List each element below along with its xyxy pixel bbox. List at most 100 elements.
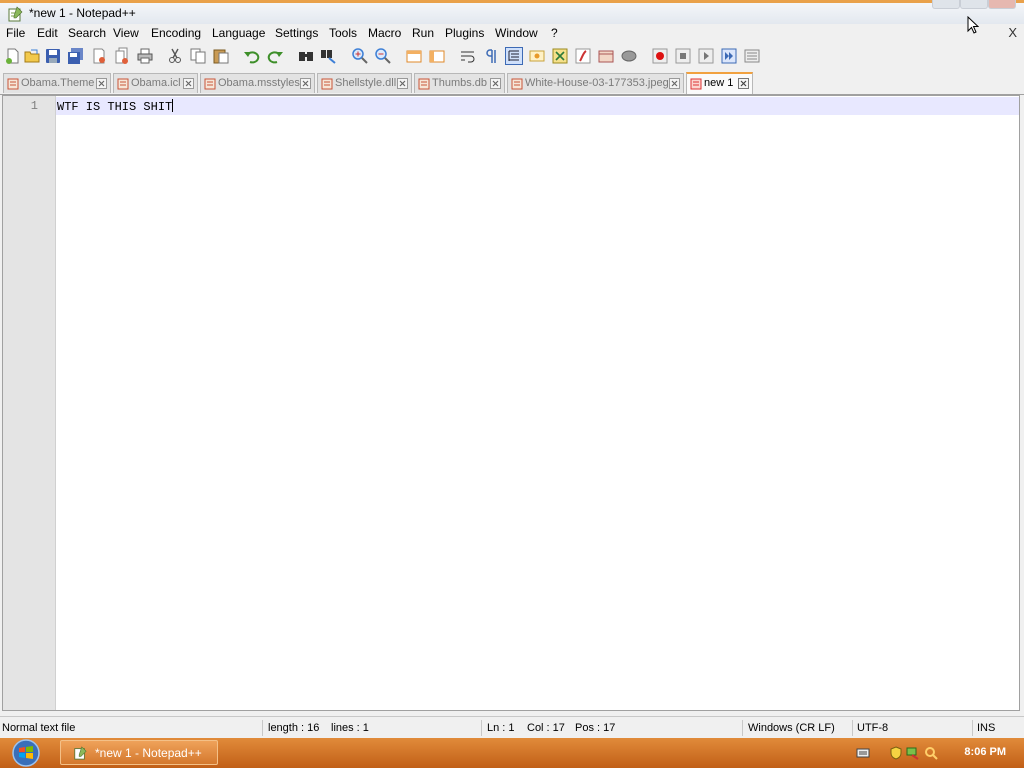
text-caret: [172, 99, 174, 112]
tab-close-icon[interactable]: [397, 78, 408, 89]
play-macro-icon[interactable]: [697, 47, 715, 65]
status-encoding: UTF-8: [857, 722, 889, 734]
user-lang-icon[interactable]: [528, 47, 546, 65]
tab-obama-icl[interactable]: Obama.icl: [113, 73, 198, 93]
keyboard-icon[interactable]: [856, 746, 870, 760]
taskbar: *new 1 - Notepad++ 8:06 PM: [0, 738, 1024, 768]
show-all-chars-icon[interactable]: [482, 47, 500, 65]
tab-label: Obama.icl: [131, 77, 181, 89]
monitoring-icon[interactable]: [620, 47, 638, 65]
zoom-out-icon[interactable]: [374, 47, 392, 65]
status-pos: Pos : 17: [575, 722, 616, 734]
status-bar: Normal text file length : 16 lines : 1 L…: [0, 716, 1024, 739]
security-shield-icon[interactable]: [889, 746, 903, 760]
document-icon: [511, 78, 523, 90]
zoom-in-icon[interactable]: [351, 47, 369, 65]
save-all-icon[interactable]: [67, 47, 85, 65]
menu-help[interactable]: ?: [551, 26, 558, 40]
tab-close-icon[interactable]: [738, 78, 749, 89]
menu-search[interactable]: Search: [68, 26, 106, 40]
editor-area[interactable]: 1 WTF IS THIS SHIT: [2, 95, 1020, 711]
close-all-icon[interactable]: [113, 47, 131, 65]
notepadpp-app-icon: [74, 746, 87, 760]
start-button-icon[interactable]: [6, 739, 46, 767]
open-file-icon[interactable]: [23, 47, 41, 65]
folder-workspace-icon[interactable]: [597, 47, 615, 65]
tab-close-icon[interactable]: [490, 78, 501, 89]
tab-white-house-jpeg[interactable]: White-House-03-177353.jpeg: [507, 73, 684, 93]
copy-icon[interactable]: [189, 47, 207, 65]
status-separator: [852, 720, 853, 736]
editor-text-line[interactable]: WTF IS THIS SHIT: [57, 99, 174, 114]
taskbar-item-label: *new 1 - Notepad++: [95, 746, 202, 760]
close-window-button[interactable]: [988, 0, 1016, 9]
menu-settings[interactable]: Settings: [275, 26, 318, 40]
status-lines: lines : 1: [331, 722, 369, 734]
tab-bar: Obama.Theme Obama.icl Obama.msstyles She…: [0, 71, 1024, 95]
menu-plugins[interactable]: Plugins: [445, 26, 484, 40]
mouse-cursor-icon: [967, 16, 979, 34]
tab-label: Shellstyle.dll: [335, 77, 397, 89]
doc-map-icon[interactable]: [551, 47, 569, 65]
indent-guide-icon[interactable]: [505, 47, 523, 65]
maximize-button[interactable]: [960, 0, 988, 9]
menu-tools[interactable]: Tools: [329, 26, 357, 40]
cut-icon[interactable]: [166, 47, 184, 65]
editor-text: WTF IS THIS SHIT: [57, 100, 173, 114]
record-macro-icon[interactable]: [651, 47, 669, 65]
menu-language[interactable]: Language: [212, 26, 265, 40]
line-number-gutter: 1: [3, 96, 56, 710]
status-length: length : 16: [268, 722, 320, 734]
status-separator: [262, 720, 263, 736]
menu-edit[interactable]: Edit: [37, 26, 58, 40]
close-icon[interactable]: [90, 47, 108, 65]
menu-view[interactable]: View: [113, 26, 139, 40]
network-icon[interactable]: [906, 746, 920, 760]
sync-horizontal-icon[interactable]: [428, 47, 446, 65]
document-icon: [204, 78, 216, 90]
status-file-type: Normal text file: [2, 722, 76, 734]
menu-window[interactable]: Window: [495, 26, 538, 40]
menu-file[interactable]: File: [6, 26, 25, 40]
tab-label: Obama.Theme: [21, 77, 95, 89]
tab-close-icon[interactable]: [183, 78, 194, 89]
run-macro-multiple-icon[interactable]: [720, 47, 738, 65]
line-number: 1: [30, 99, 38, 113]
new-file-icon[interactable]: [4, 47, 22, 65]
replace-icon[interactable]: [320, 47, 338, 65]
save-icon[interactable]: [44, 47, 62, 65]
minimize-button[interactable]: [932, 0, 960, 9]
document-icon: [418, 78, 430, 90]
function-list-icon[interactable]: [574, 47, 592, 65]
undo-icon[interactable]: [243, 47, 261, 65]
print-icon[interactable]: [136, 47, 154, 65]
clock[interactable]: 8:06 PM: [964, 746, 1006, 758]
tab-close-icon[interactable]: [96, 78, 107, 89]
redo-icon[interactable]: [266, 47, 284, 65]
tab-new-1[interactable]: new 1: [686, 72, 753, 94]
menu-macro[interactable]: Macro: [368, 26, 401, 40]
tab-thumbs-db[interactable]: Thumbs.db: [414, 73, 505, 93]
tab-obama-theme[interactable]: Obama.Theme: [3, 73, 111, 93]
status-ln: Ln : 1: [487, 722, 515, 734]
find-icon[interactable]: [297, 47, 315, 65]
menu-run[interactable]: Run: [412, 26, 434, 40]
tab-label: Obama.msstyles: [218, 77, 300, 89]
paste-icon[interactable]: [212, 47, 230, 65]
tab-label: White-House-03-177353.jpeg: [525, 77, 669, 89]
save-macro-icon[interactable]: [743, 47, 761, 65]
taskbar-item-notepadpp[interactable]: *new 1 - Notepad++: [60, 740, 218, 765]
tab-obama-msstyles[interactable]: Obama.msstyles: [200, 73, 315, 93]
tab-close-icon[interactable]: [300, 78, 311, 89]
stop-record-icon[interactable]: [674, 47, 692, 65]
tab-close-icon[interactable]: [669, 78, 680, 89]
sync-vertical-icon[interactable]: [405, 47, 423, 65]
status-separator: [481, 720, 482, 736]
tab-shellstyle-dll[interactable]: Shellstyle.dll: [317, 73, 412, 93]
document-icon: [117, 78, 129, 90]
close-document-button[interactable]: X: [1008, 25, 1017, 40]
search-tray-icon[interactable]: [924, 746, 938, 760]
word-wrap-icon[interactable]: [459, 47, 477, 65]
window-controls[interactable]: [924, 0, 1024, 10]
menu-encoding[interactable]: Encoding: [151, 26, 201, 40]
